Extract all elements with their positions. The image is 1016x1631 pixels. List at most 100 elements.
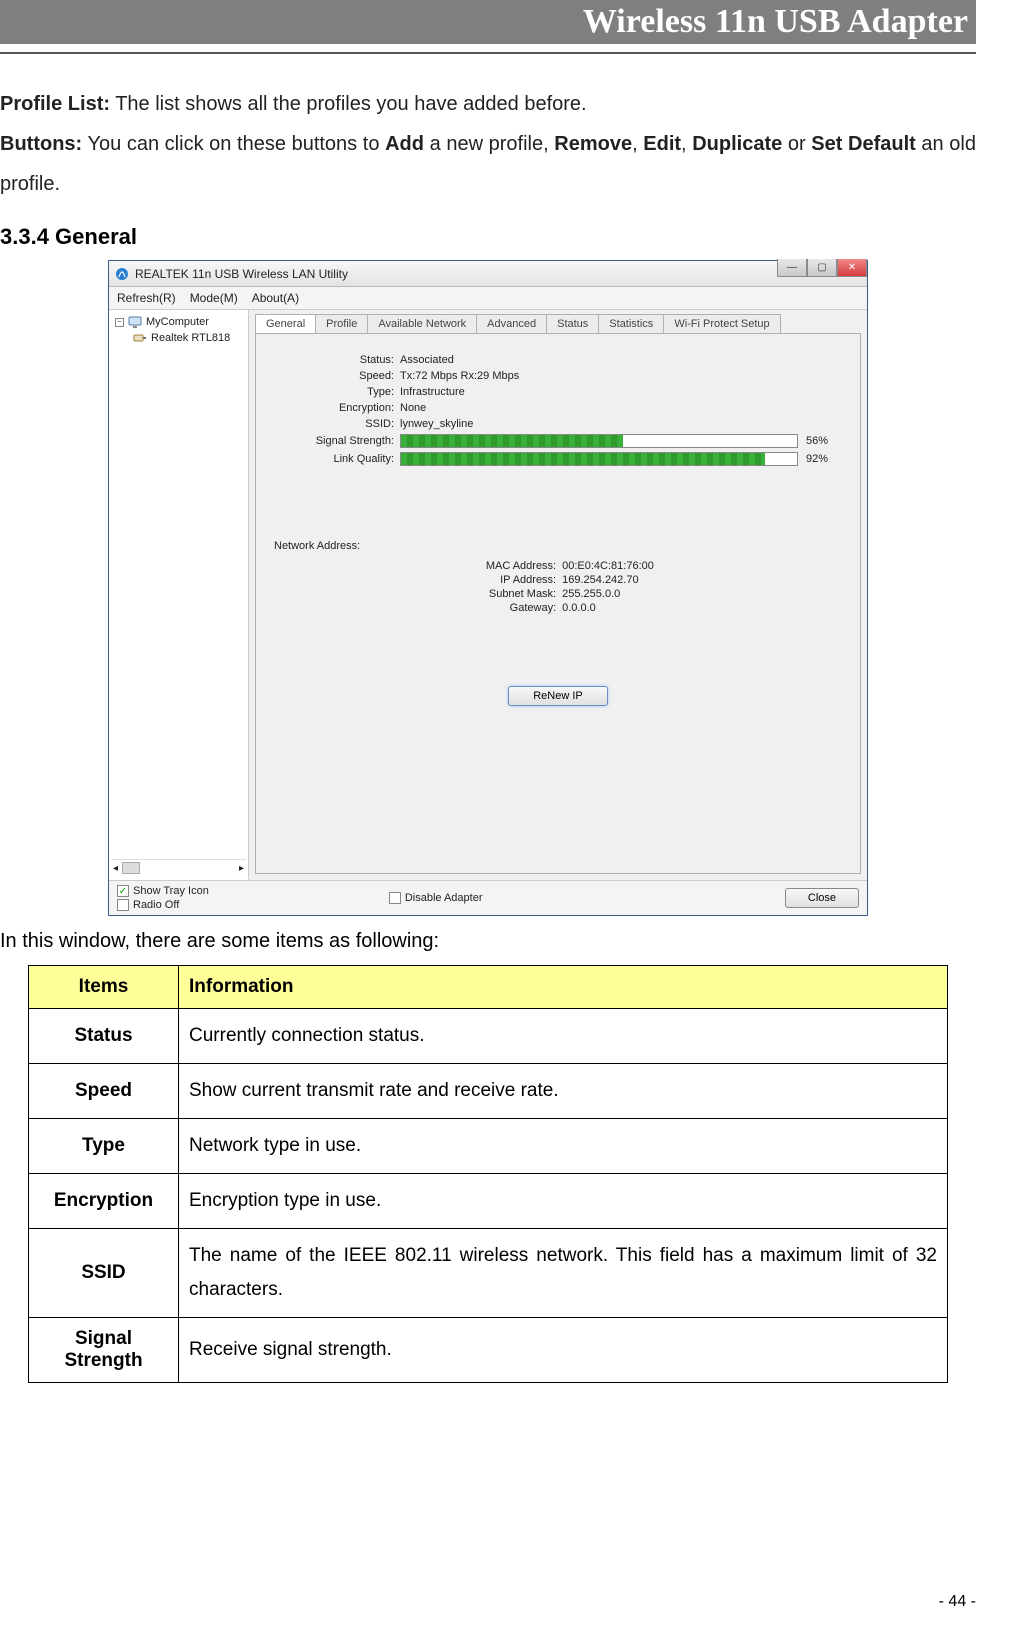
doc-header-title: Wireless 11n USB Adapter (583, 3, 968, 40)
row-ip: IP Address: 169.254.242.70 (462, 574, 654, 586)
tree-root[interactable]: − MyComputer (111, 314, 246, 330)
td-info: Show current transmit rate and receive r… (179, 1064, 948, 1119)
disable-adapter-checkbox[interactable]: Disable Adapter (389, 892, 483, 904)
menu-about[interactable]: About(A) (252, 291, 299, 305)
tab-available-network[interactable]: Available Network (367, 314, 477, 333)
menu-bar: Refresh(R) Mode(M) About(A) (109, 287, 867, 310)
value-mac: 00:E0:4C:81:76:00 (562, 560, 654, 572)
info-rows: Status: Associated Speed: Tx:72 Mbps Rx:… (270, 350, 846, 470)
renew-ip-button[interactable]: ReNew IP (508, 686, 608, 706)
checkbox-unchecked-icon-2 (389, 892, 401, 904)
window-controls: — ▢ ✕ (777, 259, 867, 277)
value-gateway: 0.0.0.0 (562, 602, 596, 614)
link-bar (400, 452, 798, 466)
page-number: - 44 - (939, 1593, 976, 1611)
buttons-t3: or (782, 133, 811, 155)
buttons-c2: , (681, 133, 692, 155)
left-options: ✓ Show Tray Icon Radio Off (117, 885, 209, 911)
value-encryption: None (400, 402, 426, 414)
tab-wps[interactable]: Wi-Fi Protect Setup (663, 314, 780, 333)
disable-adapter-label: Disable Adapter (405, 892, 483, 904)
label-ssid: SSID: (270, 418, 400, 430)
close-window-button[interactable]: ✕ (837, 259, 867, 277)
table-row: Type Network type in use. (29, 1119, 948, 1174)
tree-top: − MyComputer Realtek RTL818 (111, 314, 246, 346)
screenshot-window: REALTEK 11n USB Wireless LAN Utility — ▢… (108, 260, 868, 916)
window-titlebar[interactable]: REALTEK 11n USB Wireless LAN Utility — ▢… (109, 261, 867, 287)
scroll-right-icon[interactable]: ▸ (239, 863, 244, 874)
tree-collapse-icon[interactable]: − (115, 318, 124, 327)
app-icon (115, 267, 129, 281)
network-address-heading: Network Address: (274, 540, 846, 552)
radio-off-label: Radio Off (133, 899, 179, 911)
td-info: Encryption type in use. (179, 1174, 948, 1229)
td-item: SSID (29, 1229, 179, 1318)
tab-general[interactable]: General (255, 314, 316, 333)
buttons-label: Buttons: (0, 133, 82, 155)
show-tray-label: Show Tray Icon (133, 885, 209, 897)
td-item: Encryption (29, 1174, 179, 1229)
label-gateway: Gateway: (462, 602, 562, 614)
label-type: Type: (270, 386, 400, 398)
td-info: Receive signal strength. (179, 1318, 948, 1383)
row-status: Status: Associated (270, 354, 846, 366)
tab-status[interactable]: Status (546, 314, 599, 333)
table-row: Status Currently connection status. (29, 1009, 948, 1064)
maximize-button[interactable]: ▢ (807, 259, 837, 277)
header-underline (0, 52, 976, 54)
table-row: Signal Strength Receive signal strength. (29, 1318, 948, 1383)
row-type: Type: Infrastructure (270, 386, 846, 398)
row-encryption: Encryption: None (270, 402, 846, 414)
buttons-c1: , (632, 133, 643, 155)
th-items: Items (29, 966, 179, 1009)
radio-off-checkbox[interactable]: Radio Off (117, 899, 209, 911)
after-screenshot-text: In this window, there are some items as … (0, 930, 976, 953)
value-type: Infrastructure (400, 386, 465, 398)
row-mac: MAC Address: 00:E0:4C:81:76:00 (462, 560, 654, 572)
show-tray-checkbox[interactable]: ✓ Show Tray Icon (117, 885, 209, 897)
doc-header: Wireless 11n USB Adapter (0, 0, 976, 44)
tab-advanced[interactable]: Advanced (476, 314, 547, 333)
label-speed: Speed: (270, 370, 400, 382)
row-ssid: SSID: lynwey_skyline (270, 418, 846, 430)
menu-mode[interactable]: Mode(M) (190, 291, 238, 305)
td-info: Currently connection status. (179, 1009, 948, 1064)
row-speed: Speed: Tx:72 Mbps Rx:29 Mbps (270, 370, 846, 382)
signal-pct: 56% (806, 435, 846, 447)
tree-scrollbar[interactable]: ◂ ▸ (111, 859, 246, 876)
table-row: Encryption Encryption type in use. (29, 1174, 948, 1229)
menu-refresh[interactable]: Refresh(R) (117, 291, 176, 305)
scroll-thumb[interactable] (122, 862, 140, 874)
info-table: Items Information Status Currently conne… (28, 965, 948, 1383)
network-address-box: MAC Address: 00:E0:4C:81:76:00 IP Addres… (270, 554, 846, 706)
tab-profile[interactable]: Profile (315, 314, 368, 333)
row-subnet: Subnet Mask: 255.255.0.0 (462, 588, 654, 600)
app-body: − MyComputer Realtek RTL818 ◂ (109, 310, 867, 880)
close-button[interactable]: Close (785, 888, 859, 908)
buttons-t1: You can click on these buttons to (82, 133, 385, 155)
tab-statistics[interactable]: Statistics (598, 314, 664, 333)
link-bar-fill (401, 453, 765, 465)
table-header-row: Items Information (29, 966, 948, 1009)
row-link: Link Quality: 92% (270, 452, 846, 466)
tree-child[interactable]: Realtek RTL818 (111, 330, 246, 346)
scroll-left-icon[interactable]: ◂ (113, 863, 118, 874)
window-title-text: REALTEK 11n USB Wireless LAN Utility (135, 267, 348, 281)
td-info: Network type in use. (179, 1119, 948, 1174)
tree-root-label: MyComputer (146, 316, 209, 328)
row-gateway: Gateway: 0.0.0.0 (462, 602, 654, 614)
label-mac: MAC Address: (462, 560, 562, 572)
label-status: Status: (270, 354, 400, 366)
minimize-button[interactable]: — (777, 259, 807, 277)
table-row: SSID The name of the IEEE 802.11 wireles… (29, 1229, 948, 1318)
tab-content: Status: Associated Speed: Tx:72 Mbps Rx:… (255, 333, 861, 874)
buttons-remove: Remove (554, 133, 632, 155)
label-link: Link Quality: (270, 453, 400, 465)
signal-bar-fill (401, 435, 623, 447)
tab-bar: General Profile Available Network Advanc… (249, 314, 867, 333)
value-subnet: 255.255.0.0 (562, 588, 620, 600)
table-row: Speed Show current transmit rate and rec… (29, 1064, 948, 1119)
tree-child-label: Realtek RTL818 (151, 332, 230, 344)
td-info: The name of the IEEE 802.11 wireless net… (179, 1229, 948, 1318)
label-ip: IP Address: (462, 574, 562, 586)
